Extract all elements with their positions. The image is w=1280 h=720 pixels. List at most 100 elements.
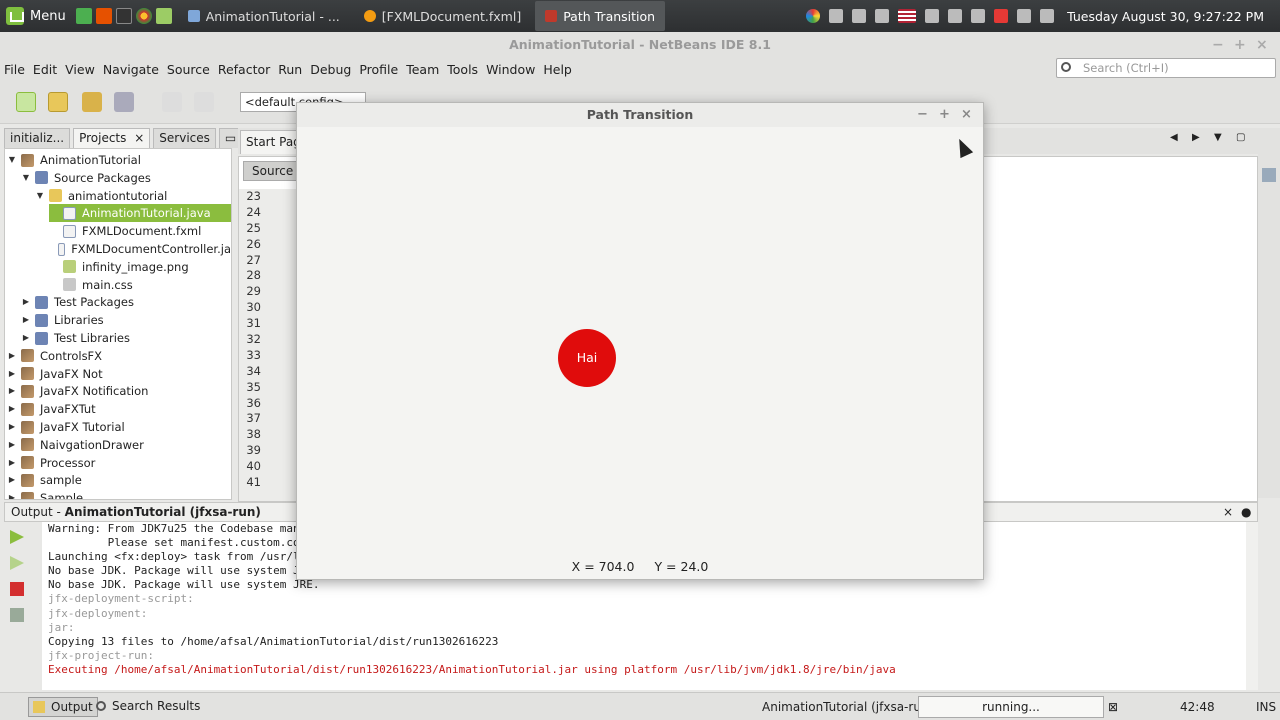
tree-item[interactable]: ▶ JavaFX Not <box>7 365 231 383</box>
output-menu-icon[interactable]: ● <box>1241 503 1251 521</box>
menu-window[interactable]: Window <box>486 62 535 77</box>
expand-down-icon[interactable]: ▼ <box>7 155 17 165</box>
tree-item[interactable]: AnimationTutorial.java <box>49 204 231 223</box>
expand-down-icon[interactable]: ▼ <box>35 191 45 201</box>
expand-right-icon[interactable]: ▶ <box>7 475 17 485</box>
menu-profile[interactable]: Profile <box>359 62 398 77</box>
redo-icon[interactable] <box>194 92 214 112</box>
expand-right-icon[interactable]: ▶ <box>7 458 17 468</box>
tree-item[interactable]: infinity_image.png <box>49 258 231 276</box>
cancel-task-icon[interactable]: ⊠ <box>1108 697 1118 717</box>
us-flag-icon[interactable] <box>898 9 917 23</box>
tree-item[interactable]: ▶ Libraries <box>21 311 231 329</box>
expand-down-icon[interactable]: ▼ <box>21 173 31 183</box>
window-title-bar[interactable]: Path Transition − + × <box>297 103 983 127</box>
menu-run[interactable]: Run <box>278 62 302 77</box>
clipboard-icon[interactable] <box>852 9 867 23</box>
close-tab-icon[interactable]: × <box>134 131 144 145</box>
expand-right-icon[interactable]: ▶ <box>21 297 31 307</box>
rerun-with-params-icon[interactable] <box>10 556 24 570</box>
menu-team[interactable]: Team <box>406 62 439 77</box>
expand-right-icon[interactable]: ▶ <box>7 369 17 379</box>
tree-item[interactable]: ▼ animationtutorial <box>35 187 231 205</box>
menu-edit[interactable]: Edit <box>33 62 57 77</box>
record-icon[interactable] <box>994 9 1009 23</box>
tab-initialize[interactable]: initializ... <box>4 128 71 148</box>
tree-item[interactable]: ▶ JavaFXTut <box>7 400 231 418</box>
palette-sidebar[interactable] <box>1258 128 1280 498</box>
tab-services[interactable]: Services <box>153 128 216 148</box>
menu-help[interactable]: Help <box>543 62 572 77</box>
battery-icon[interactable] <box>971 9 986 23</box>
menu-debug[interactable]: Debug <box>310 62 351 77</box>
menu-navigate[interactable]: Navigate <box>103 62 159 77</box>
tree-item[interactable]: ▼ Source Packages <box>21 169 231 187</box>
tab-projects[interactable]: Projects × <box>73 128 151 148</box>
screen-icon[interactable] <box>875 9 890 23</box>
firefox-launcher-icon[interactable] <box>95 8 112 24</box>
undo-icon[interactable] <box>162 92 182 112</box>
output-toggle[interactable]: Output <box>28 697 98 717</box>
tree-item[interactable]: ▶ Test Packages <box>21 293 231 311</box>
bluetooth-icon[interactable] <box>1040 9 1055 23</box>
new-project-icon[interactable] <box>48 92 68 112</box>
shield-icon[interactable] <box>1017 9 1032 23</box>
settings-icon[interactable] <box>10 608 24 622</box>
tree-item[interactable]: ▶ sample <box>7 471 231 489</box>
rerun-icon[interactable] <box>10 530 24 544</box>
expand-right-icon[interactable]: ▶ <box>7 351 17 361</box>
minimize-icon[interactable]: − <box>1212 32 1224 58</box>
stop-icon[interactable] <box>10 582 24 596</box>
tree-item[interactable]: ▶ ControlsFX <box>7 347 231 365</box>
menu-refactor[interactable]: Refactor <box>218 62 270 77</box>
menu-tools[interactable]: Tools <box>447 62 478 77</box>
chrome-launcher-icon[interactable] <box>135 8 152 24</box>
expand-right-icon[interactable]: ▶ <box>7 440 17 450</box>
tree-item[interactable]: ▼ AnimationTutorial <box>7 151 231 169</box>
source-tab[interactable]: Source <box>243 161 303 181</box>
clock[interactable]: Tuesday August 30, 9:27:22 PM <box>1067 9 1264 24</box>
scroll-left-icon[interactable]: ◀ <box>1170 132 1178 143</box>
maximize-editor-icon[interactable]: ▢ <box>1236 132 1245 143</box>
user-icon[interactable] <box>829 9 844 23</box>
menu-view[interactable]: View <box>65 62 95 77</box>
color-wheel-icon[interactable] <box>806 9 821 23</box>
expand-right-icon[interactable]: ▶ <box>21 333 31 343</box>
menu-source[interactable]: Source <box>167 62 210 77</box>
close-output-icon[interactable]: × <box>1223 503 1233 521</box>
files-launcher-icon[interactable] <box>155 8 172 24</box>
start-menu-button[interactable]: Menu <box>0 0 74 32</box>
expand-right-icon[interactable]: ▶ <box>7 422 17 432</box>
search-results-toggle[interactable]: Search Results <box>96 697 200 717</box>
tree-item[interactable]: ▶ JavaFX Notification <box>7 382 231 400</box>
terminal-launcher-icon[interactable] <box>115 8 132 24</box>
scroll-right-icon[interactable]: ▶ <box>1192 132 1200 143</box>
new-file-icon[interactable] <box>16 92 36 112</box>
tree-item[interactable]: main.css <box>49 276 231 294</box>
minimize-icon[interactable]: − <box>917 103 928 127</box>
tree-item[interactable]: FXMLDocumentController.ja <box>49 240 231 258</box>
menu-file[interactable]: File <box>4 62 25 77</box>
search-input[interactable]: Search (Ctrl+I) <box>1056 58 1276 78</box>
task-path-transition[interactable]: Path Transition <box>535 1 666 31</box>
expand-right-icon[interactable]: ▶ <box>7 404 17 414</box>
expand-right-icon[interactable]: ▶ <box>7 493 17 499</box>
save-all-icon[interactable] <box>114 92 134 112</box>
maximize-icon[interactable]: + <box>1234 32 1246 58</box>
tree-item[interactable]: ▶ Sample <box>7 489 231 499</box>
show-desktop-icon[interactable] <box>75 8 92 24</box>
tree-item[interactable]: FXMLDocument.fxml <box>49 222 231 240</box>
wifi-icon[interactable] <box>925 9 940 23</box>
volume-icon[interactable] <box>948 9 963 23</box>
open-project-icon[interactable] <box>82 92 102 112</box>
tree-item[interactable]: ▶ JavaFX Tutorial <box>7 418 231 436</box>
close-icon[interactable]: × <box>1256 32 1268 58</box>
tree-item[interactable]: ▶ Processor <box>7 454 231 472</box>
task-fxml[interactable]: [FXMLDocument.fxml] <box>354 1 531 31</box>
expand-right-icon[interactable]: ▶ <box>7 386 17 396</box>
output-scrollbar[interactable] <box>1246 522 1258 690</box>
tree-item[interactable]: ▶ Test Libraries <box>21 329 231 347</box>
close-icon[interactable]: × <box>961 103 972 127</box>
expand-right-icon[interactable]: ▶ <box>21 315 31 325</box>
tree-item[interactable]: ▶ NaivgationDrawer <box>7 436 231 454</box>
